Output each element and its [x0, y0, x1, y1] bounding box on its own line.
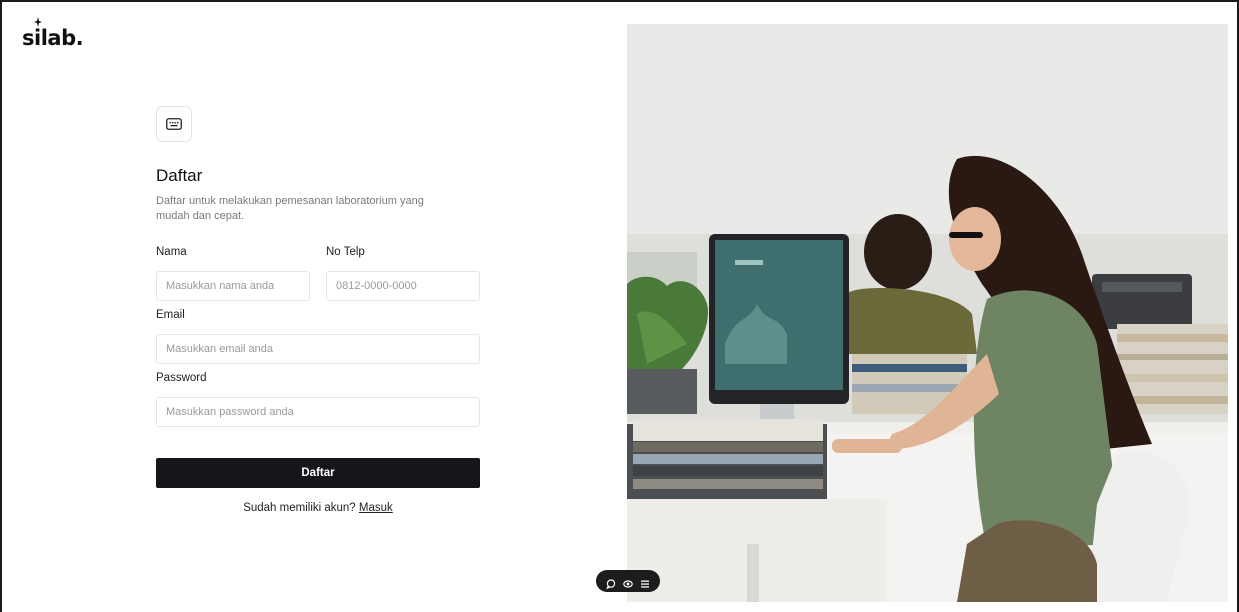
name-field-group: Nama: [156, 246, 310, 301]
page-title: Daftar: [156, 166, 203, 185]
name-input[interactable]: [156, 271, 310, 301]
register-button[interactable]: Daftar: [156, 458, 480, 488]
password-input[interactable]: [156, 397, 480, 427]
logo-accent-icon: [34, 17, 42, 27]
name-phone-row: Nama No Telp: [156, 246, 480, 301]
phone-input[interactable]: [326, 271, 480, 301]
password-field-group: Password: [156, 372, 480, 427]
brand-logo[interactable]: silab.: [22, 17, 84, 50]
name-label: Nama: [156, 246, 187, 258]
email-field-group: Email: [156, 309, 480, 364]
password-label: Password: [156, 372, 207, 384]
floating-toolbar: [596, 570, 660, 592]
hero-photo: [627, 24, 1228, 602]
keyboard-icon: [156, 106, 192, 142]
comment-icon[interactable]: [606, 576, 616, 590]
email-input[interactable]: [156, 334, 480, 364]
register-form: Daftar Daftar untuk melakukan pemesanan …: [156, 106, 480, 514]
login-prompt: Sudah memiliki akun? Masuk: [156, 502, 480, 514]
eye-icon[interactable]: [623, 576, 633, 588]
list-icon[interactable]: [640, 576, 650, 588]
office-photo-illustration: [627, 24, 1228, 602]
login-link[interactable]: Masuk: [359, 502, 393, 514]
page-subtitle: Daftar untuk melakukan pemesanan laborat…: [156, 195, 424, 222]
email-label: Email: [156, 309, 185, 321]
login-prompt-text: Sudah memiliki akun?: [243, 502, 356, 514]
logo-text: silab.: [22, 26, 84, 50]
phone-field-group: No Telp: [326, 246, 480, 301]
phone-label: No Telp: [326, 246, 365, 258]
